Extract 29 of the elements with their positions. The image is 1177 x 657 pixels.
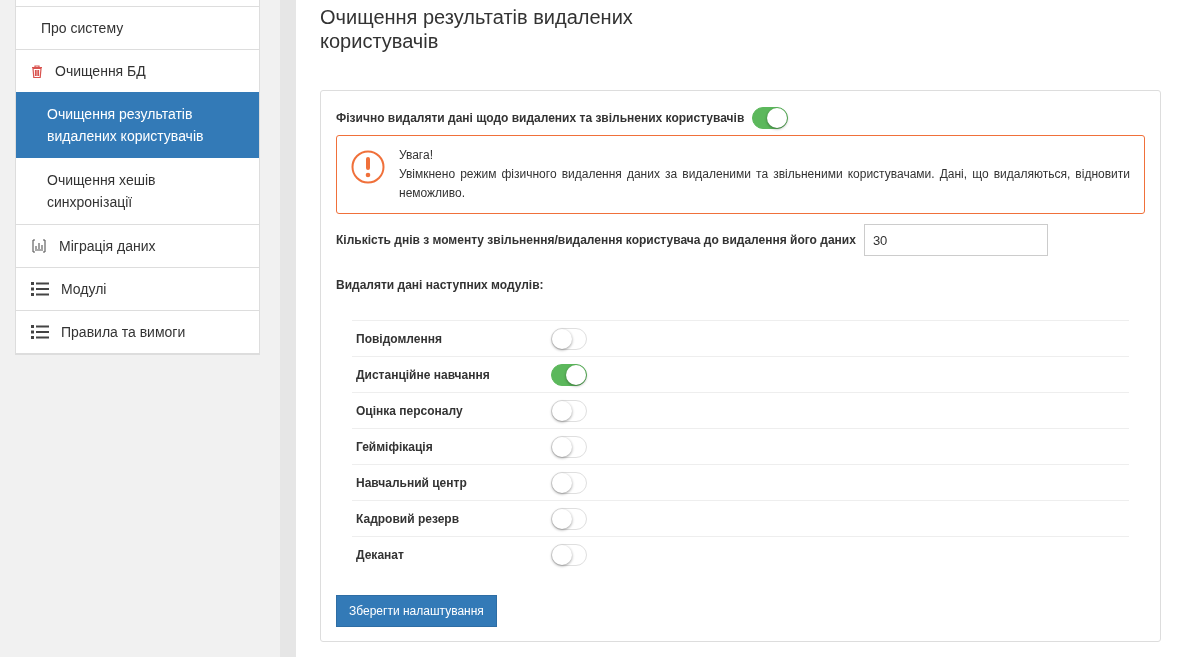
chart-document-icon [31,239,47,253]
module-label: Оцінка персоналу [356,402,464,420]
module-label: Повідомлення [356,330,443,348]
module-label: Навчальний центр [356,474,468,492]
save-button[interactable]: Зберегти налаштування [336,595,497,627]
page-title: Очищення результатів видалених користувачів [320,5,634,53]
days-input[interactable]: 30 [863,224,1048,256]
module-label: Гейміфікація [356,438,434,456]
setting-label: Фізично видаляти дані щодо видалених та звільнених користувачів [336,110,745,127]
list-icon [31,325,49,339]
module-label: Дистанційне навчання [356,366,491,384]
trash-icon [31,64,43,78]
warning-icon [351,150,385,184]
setting-label: Кількість днів з моменту звільнення/видалення користувача до видалення його даних [336,232,856,249]
sidebar-item[interactable]: Модулі [16,268,259,310]
toggle-switch[interactable] [752,107,789,129]
sidebar-subitem[interactable]: Очищення результатів видалених користувачів [16,92,259,158]
sidebar-subitem[interactable]: Очищення хешів синхронізації [16,158,259,224]
sidebar-item[interactable]: Правила та вимоги [16,311,259,353]
sidebar-item[interactable]: Очищення БД [16,50,259,92]
section-heading: Видаляти дані наступних модулів: [336,277,545,294]
warning-title: Увага! [399,147,434,164]
sidebar-item[interactable]: Міграція даних [16,225,259,267]
module-label: Деканат [356,547,405,564]
warning-text: Увімкнено режим фізичного видалення даних за видаленими та звільненими користувачами. Дані, що видаляються, відновити неможливо. [399,166,1130,202]
sidebar-item[interactable]: Про систему [16,7,259,49]
module-label: Кадровий резерв [356,510,461,528]
list-icon [31,282,49,296]
toggle-switch[interactable] [551,363,587,386]
